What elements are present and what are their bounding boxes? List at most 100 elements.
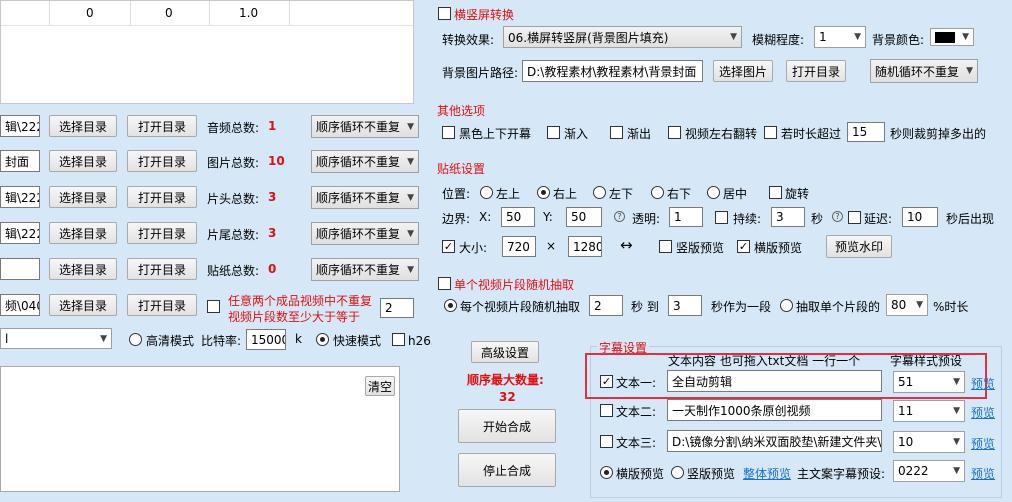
- subtitle-text-input[interactable]: 一天制作1000条原创视频: [667, 399, 882, 421]
- path-input[interactable]: 辑\222: [0, 186, 40, 208]
- main-preset-select[interactable]: 0222 ▼: [893, 460, 965, 482]
- subtitle-checkbox[interactable]: [600, 404, 613, 417]
- chevron-down-icon: ▼: [953, 406, 960, 416]
- trim-checkbox[interactable]: [764, 126, 777, 139]
- segment-checkbox[interactable]: [438, 277, 451, 290]
- fade-in-checkbox[interactable]: [547, 126, 560, 139]
- order-mode-select[interactable]: 顺序循环不重复 ▼: [311, 150, 419, 173]
- subtitle-checkbox[interactable]: [600, 435, 613, 448]
- sub-landscape-radio[interactable]: [600, 466, 613, 479]
- subtitle-style-select[interactable]: 11 ▼: [893, 400, 965, 422]
- portrait-preview-checkbox[interactable]: [659, 240, 672, 253]
- orientation-checkbox[interactable]: [438, 7, 451, 20]
- order-mode-select[interactable]: 顺序循环不重复 ▼: [311, 186, 419, 209]
- width-input[interactable]: 720: [502, 236, 536, 257]
- x-input[interactable]: 50: [501, 207, 535, 227]
- duration-checkbox[interactable]: [715, 211, 728, 224]
- order-mode-select[interactable]: 顺序循环不重复 ▼: [311, 258, 419, 281]
- effect-select[interactable]: 06.横屏转竖屏(背景图片填充) ▼: [503, 26, 742, 48]
- swap-icon[interactable]: ↔: [620, 236, 633, 254]
- path-input[interactable]: [0, 258, 40, 280]
- choose-dir-button[interactable]: 选择目录: [49, 115, 117, 137]
- open-dir-button[interactable]: 打开目录: [127, 222, 197, 244]
- help-icon[interactable]: ?: [832, 211, 843, 222]
- size-checkbox[interactable]: ✓: [442, 240, 455, 253]
- bg-color-select[interactable]: ▼: [930, 28, 974, 46]
- open-dir-button[interactable]: 打开目录: [127, 186, 197, 208]
- path-input[interactable]: 辑\222: [0, 222, 40, 244]
- preview-watermark-button[interactable]: 预览水印: [826, 235, 892, 258]
- position-radio[interactable]: [480, 186, 493, 199]
- landscape-preview-checkbox[interactable]: ✓: [737, 240, 750, 253]
- bitrate-input[interactable]: 15000: [246, 329, 286, 350]
- subtitle-text-input[interactable]: 全自动剪辑: [667, 370, 882, 392]
- position-radio[interactable]: [537, 186, 550, 199]
- choose-dir-button[interactable]: 选择目录: [49, 150, 117, 172]
- height-input[interactable]: 1280: [568, 236, 602, 257]
- delay-input[interactable]: 10: [902, 207, 938, 227]
- path-input-row6[interactable]: 频\040: [0, 294, 40, 316]
- choose-dir-button[interactable]: 选择目录: [49, 258, 117, 280]
- no-repeat-note-line1: 任意两个成品视频中不重复: [228, 294, 373, 308]
- blur-select[interactable]: 1 ▼: [814, 26, 866, 48]
- position-radio[interactable]: [593, 186, 606, 199]
- position-radio[interactable]: [707, 186, 720, 199]
- open-dir-button[interactable]: 打开目录: [127, 115, 197, 137]
- effect-label: 转换效果:: [442, 33, 495, 47]
- hd-mode-radio[interactable]: [129, 333, 142, 346]
- open-dir-button[interactable]: 打开目录: [127, 258, 197, 280]
- choose-dir-button[interactable]: 选择目录: [49, 186, 117, 208]
- subtitle-preview-link[interactable]: 预览: [971, 375, 995, 392]
- bg-path-input[interactable]: D:\教程素材\教程素材\背景封面: [522, 60, 703, 82]
- sub-portrait-radio[interactable]: [671, 466, 684, 479]
- advanced-settings-button[interactable]: 高级设置: [471, 341, 539, 363]
- position-option-label: 右上: [553, 187, 578, 201]
- subtitle-text-input[interactable]: D:\镜像分割\纳米双面胶垫\新建文件夹\: [667, 430, 882, 452]
- y-input[interactable]: 50: [566, 207, 602, 227]
- clear-log-button[interactable]: 清空: [365, 376, 395, 396]
- position-radio[interactable]: [651, 186, 664, 199]
- order-mode-select[interactable]: 顺序循环不重复 ▼: [311, 115, 419, 138]
- trim-seconds-input[interactable]: 15: [847, 122, 885, 142]
- delay-checkbox[interactable]: [848, 211, 861, 224]
- overall-preview-link[interactable]: 整体预览: [743, 465, 791, 482]
- stop-compose-button[interactable]: 停止合成: [458, 453, 556, 487]
- each-clip-radio[interactable]: [444, 299, 457, 312]
- subtitle-checkbox[interactable]: ✓: [600, 375, 613, 388]
- from-seconds-input[interactable]: 2: [589, 295, 623, 316]
- open-dir-button[interactable]: 打开目录: [127, 294, 197, 316]
- no-repeat-checkbox[interactable]: [207, 300, 220, 313]
- start-compose-button[interactable]: 开始合成: [458, 409, 556, 443]
- subtitle-preview-link[interactable]: 预览: [971, 435, 995, 452]
- black-open-checkbox[interactable]: [442, 126, 455, 139]
- open-dir-button[interactable]: 打开目录: [786, 60, 846, 82]
- log-textarea[interactable]: [0, 366, 400, 492]
- duration-label: 持续:: [733, 212, 762, 226]
- subtitle-preview-link[interactable]: 预览: [971, 404, 995, 421]
- path-input[interactable]: 封面: [0, 150, 40, 172]
- encoder-select[interactable]: l ▼: [0, 328, 112, 349]
- flip-checkbox[interactable]: [668, 126, 681, 139]
- fade-out-checkbox[interactable]: [610, 126, 623, 139]
- subtitle-style-select[interactable]: 10 ▼: [893, 431, 965, 453]
- alpha-input[interactable]: 1: [669, 207, 703, 227]
- open-dir-button[interactable]: 打开目录: [127, 150, 197, 172]
- choose-image-button[interactable]: 选择图片: [713, 60, 773, 82]
- rotate-checkbox[interactable]: [769, 186, 782, 199]
- table-cell: 0: [86, 6, 94, 20]
- fast-mode-radio[interactable]: [316, 333, 329, 346]
- main-preview-link[interactable]: 预览: [971, 465, 995, 482]
- percent-select[interactable]: 80 ▼: [886, 294, 928, 316]
- to-seconds-input[interactable]: 3: [668, 295, 702, 316]
- help-icon[interactable]: ?: [614, 211, 625, 222]
- subtitle-style-select[interactable]: 51 ▼: [893, 371, 965, 393]
- no-repeat-count-input[interactable]: 2: [380, 298, 414, 318]
- h265-checkbox[interactable]: [392, 333, 405, 346]
- choose-dir-button[interactable]: 选择目录: [49, 294, 117, 316]
- duration-input[interactable]: 3: [771, 207, 805, 227]
- order-mode-select[interactable]: 随机循环不重复 ▼: [870, 59, 978, 83]
- order-mode-select[interactable]: 顺序循环不重复 ▼: [311, 222, 419, 245]
- extract-single-radio[interactable]: [780, 299, 793, 312]
- path-input[interactable]: 辑\222: [0, 115, 40, 137]
- choose-dir-button[interactable]: 选择目录: [49, 222, 117, 244]
